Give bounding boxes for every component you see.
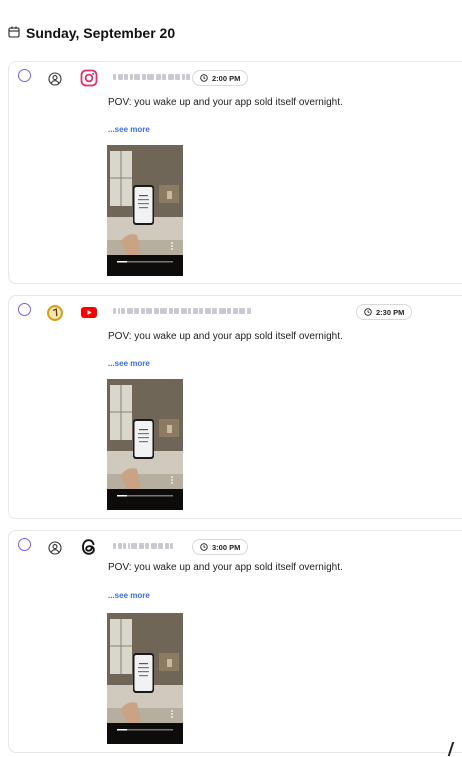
- clock-icon: [200, 74, 208, 82]
- calendar-icon: [8, 25, 20, 41]
- account-name-redacted: [113, 73, 190, 81]
- day-header: Sunday, September 20: [8, 24, 175, 42]
- select-checkbox[interactable]: [18, 538, 31, 551]
- time-badge: 3:00 PM: [192, 539, 249, 555]
- select-checkbox[interactable]: [18, 69, 31, 82]
- time-label: 3:00 PM: [212, 542, 241, 552]
- time-badge: 2:30 PM: [356, 304, 413, 320]
- post-card[interactable]: 2:30 PM POV: you wake up and your app so…: [8, 295, 462, 519]
- day-label: Sunday, September 20: [26, 25, 176, 41]
- time-label: 2:30 PM: [376, 307, 405, 317]
- instagram-icon: [79, 68, 99, 88]
- user-circle-icon: [45, 538, 65, 558]
- post-caption: POV: you wake up and your app sold itsel…: [108, 331, 343, 342]
- see-more-link[interactable]: ...see more: [108, 359, 150, 368]
- post-card[interactable]: 2:00 PM POV: you wake up and your app so…: [8, 61, 462, 284]
- post-caption: POV: you wake up and your app sold itsel…: [108, 97, 343, 108]
- user-circle-icon: [45, 69, 65, 89]
- account-name-redacted: [113, 307, 251, 315]
- clock-icon: [364, 308, 372, 316]
- video-thumbnail[interactable]: [107, 379, 183, 510]
- video-thumbnail[interactable]: [107, 145, 183, 276]
- see-more-link[interactable]: ...see more: [108, 125, 150, 134]
- select-checkbox[interactable]: [18, 303, 31, 316]
- post-caption: POV: you wake up and your app sold itsel…: [108, 562, 343, 573]
- video-thumbnail[interactable]: [107, 613, 183, 744]
- clock-icon: [200, 543, 208, 551]
- post-card[interactable]: 3:00 PM POV: you wake up and your app so…: [8, 530, 462, 753]
- youtube-icon: [79, 302, 99, 322]
- see-more-link[interactable]: ...see more: [108, 591, 150, 600]
- account-name-redacted: [113, 542, 173, 550]
- time-badge: 2:00 PM: [192, 70, 249, 86]
- channel-avatar-icon: [45, 303, 65, 323]
- time-label: 2:00 PM: [212, 73, 241, 83]
- threads-icon: [79, 537, 99, 557]
